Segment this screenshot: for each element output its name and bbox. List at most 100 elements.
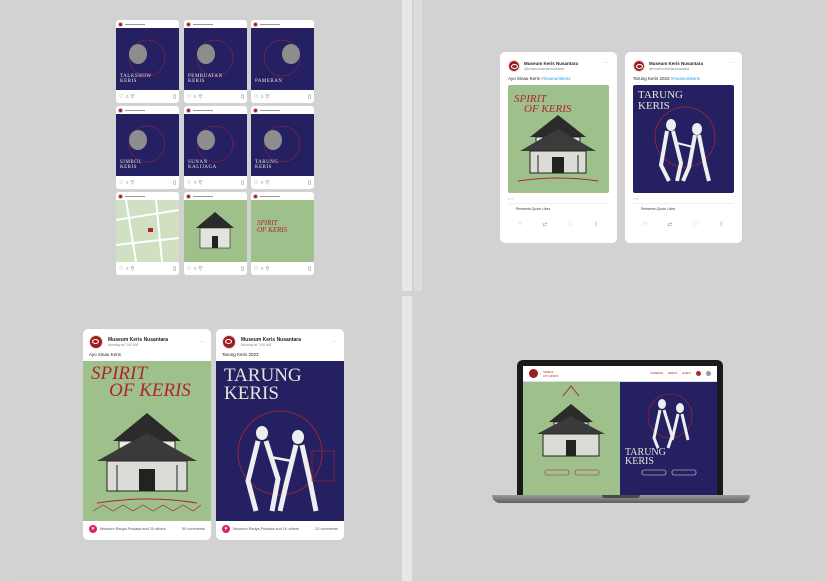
instagram-post-card[interactable]: SUNAN KALIJAGA ♡ ○ ▽ ▯ <box>184 106 247 189</box>
avatar[interactable] <box>508 60 520 72</box>
avatar[interactable] <box>118 21 123 27</box>
avatar[interactable] <box>253 21 258 27</box>
tweet-image[interactable]: TARUNG KERIS <box>633 85 734 193</box>
post-image[interactable]: TARUNG KERIS <box>216 361 344 521</box>
heart-icon[interactable]: ♡ <box>119 266 123 272</box>
heart-reaction-icon[interactable]: ♥ <box>89 525 97 533</box>
share-icon[interactable]: ▽ <box>199 94 203 100</box>
instagram-post-card[interactable]: PEMBUATAN KERIS ♡ ○ ▽ ▯ <box>184 20 247 103</box>
post-image[interactable]: PEMBUATAN KERIS <box>184 28 247 90</box>
avatar[interactable] <box>118 107 123 113</box>
comment-icon[interactable]: ○ <box>193 94 196 100</box>
post-image[interactable]: PAMERAN <box>251 28 314 90</box>
instagram-post-card[interactable]: ♡ ○ ▽ ▯ <box>116 192 179 275</box>
museum-logo-icon[interactable] <box>529 369 538 378</box>
instagram-post-card[interactable]: TALKSHOW KERIS ♡ ○ ▽ ▯ <box>116 20 179 103</box>
comment-icon[interactable]: ○ <box>260 180 263 186</box>
heart-icon[interactable]: ♡ <box>254 180 258 186</box>
share-icon[interactable]: ⇪ <box>594 221 599 228</box>
retweet-icon[interactable]: ⇄ <box>667 221 672 228</box>
heart-icon[interactable]: ♡ <box>187 266 191 272</box>
share-icon[interactable]: ▽ <box>266 180 270 186</box>
bookmark-icon[interactable]: ▯ <box>241 94 244 100</box>
heart-icon[interactable]: ♡ <box>119 94 123 100</box>
instagram-post-card[interactable]: TARUNG KERIS ♡ ○ ▽ ▯ <box>251 106 314 189</box>
post-image[interactable] <box>116 200 179 262</box>
account-name <box>125 195 145 197</box>
instagram-post-card[interactable]: PAMERAN ♡ ○ ▽ ▯ <box>251 20 314 103</box>
tweet-image[interactable]: SPIRIT OF KERIS <box>508 85 609 193</box>
heart-icon[interactable]: ♡ <box>254 94 258 100</box>
comment-icon[interactable]: ○ <box>125 180 128 186</box>
bookmark-icon[interactable]: ▯ <box>308 180 311 186</box>
like-icon[interactable]: ♡ <box>568 221 573 228</box>
nav-link[interactable]: PAMERAN <box>651 372 664 375</box>
like-icon[interactable]: ♡ <box>693 221 698 228</box>
hashtag-link[interactable]: #museumkeris <box>671 76 700 81</box>
heart-icon[interactable]: ♡ <box>187 180 191 186</box>
more-icon[interactable]: ··· <box>603 60 609 66</box>
post-image[interactable]: SIMBOL KERIS <box>116 114 179 176</box>
post-image[interactable]: SPIRIT OF KERIS <box>83 361 211 521</box>
bookmark-icon[interactable]: ▯ <box>173 266 176 272</box>
share-icon[interactable]: ▽ <box>266 266 270 272</box>
avatar[interactable] <box>222 335 236 349</box>
share-icon[interactable]: ▽ <box>199 266 203 272</box>
bookmark-icon[interactable]: ▯ <box>308 266 311 272</box>
avatar[interactable] <box>253 107 258 113</box>
avatar[interactable] <box>633 60 645 72</box>
avatar[interactable] <box>186 107 191 113</box>
heart-icon[interactable]: ♡ <box>119 180 123 186</box>
comment-icon[interactable]: ○ <box>260 266 263 272</box>
avatar[interactable] <box>118 193 123 199</box>
instagram-post-card[interactable]: ♡ ○ ▽ ▯ <box>184 192 247 275</box>
share-icon[interactable]: ▽ <box>131 94 135 100</box>
avatar[interactable] <box>186 21 191 27</box>
website-hero-left[interactable] <box>523 382 620 495</box>
comment-icon[interactable]: ○ <box>260 94 263 100</box>
website-hero-right[interactable]: TARUNG KERIS <box>620 382 717 495</box>
heart-reaction-icon[interactable]: ♥ <box>222 525 230 533</box>
comment-icon[interactable]: ○ <box>125 94 128 100</box>
menu-icon[interactable] <box>706 371 711 376</box>
post-image[interactable]: SUNAN KALIJAGA <box>184 114 247 176</box>
share-icon[interactable]: ▽ <box>131 266 135 272</box>
heart-icon[interactable]: ♡ <box>254 266 258 272</box>
post-image[interactable]: TALKSHOW KERIS <box>116 28 179 90</box>
hashtag-link[interactable]: #museumkeris <box>541 76 570 81</box>
post-image[interactable]: SPIRIT OF KERIS <box>251 200 314 262</box>
comment-icon[interactable]: ○ <box>193 180 196 186</box>
bookmark-icon[interactable]: ▯ <box>241 180 244 186</box>
more-icon[interactable]: ··· <box>728 60 734 66</box>
comments-count[interactable]: 50 comments <box>182 527 205 531</box>
avatar[interactable] <box>253 193 258 199</box>
nav-link[interactable]: EVENT <box>682 372 691 375</box>
heart-icon[interactable]: ♡ <box>187 94 191 100</box>
user-icon[interactable] <box>696 371 701 376</box>
bookmark-icon[interactable]: ▯ <box>173 94 176 100</box>
comment-icon[interactable]: ○ <box>193 266 196 272</box>
instagram-post-card[interactable]: SIMBOL KERIS ♡ ○ ▽ ▯ <box>116 106 179 189</box>
comments-count[interactable]: 22 comments <box>315 527 338 531</box>
bookmark-icon[interactable]: ▯ <box>308 94 311 100</box>
retweet-icon[interactable]: ⇄ <box>542 221 547 228</box>
post-image[interactable] <box>184 200 247 262</box>
more-icon[interactable]: ··· <box>332 339 338 345</box>
share-icon[interactable]: ⇪ <box>719 221 724 228</box>
avatar[interactable] <box>186 193 191 199</box>
instagram-post-card[interactable]: SPIRIT OF KERIS ♡ ○ ▽ ▯ <box>251 192 314 275</box>
nav-link[interactable]: BERITA <box>668 372 677 375</box>
bookmark-icon[interactable]: ▯ <box>241 266 244 272</box>
bookmark-icon[interactable]: ▯ <box>173 180 176 186</box>
share-icon[interactable]: ▽ <box>131 180 135 186</box>
reply-icon[interactable]: ○ <box>643 221 647 228</box>
share-icon[interactable]: ▽ <box>266 94 270 100</box>
reply-icon[interactable]: ○ <box>518 221 522 228</box>
comment-icon[interactable]: ○ <box>125 266 128 272</box>
reactions-text[interactable]: Museum Radya Pustaka and 1K others <box>233 527 299 531</box>
post-image[interactable]: TARUNG KERIS <box>251 114 314 176</box>
reactions-text[interactable]: Museum Radya Pustaka and 20 others <box>100 527 166 531</box>
more-icon[interactable]: ··· <box>199 339 205 345</box>
avatar[interactable] <box>89 335 103 349</box>
share-icon[interactable]: ▽ <box>199 180 203 186</box>
